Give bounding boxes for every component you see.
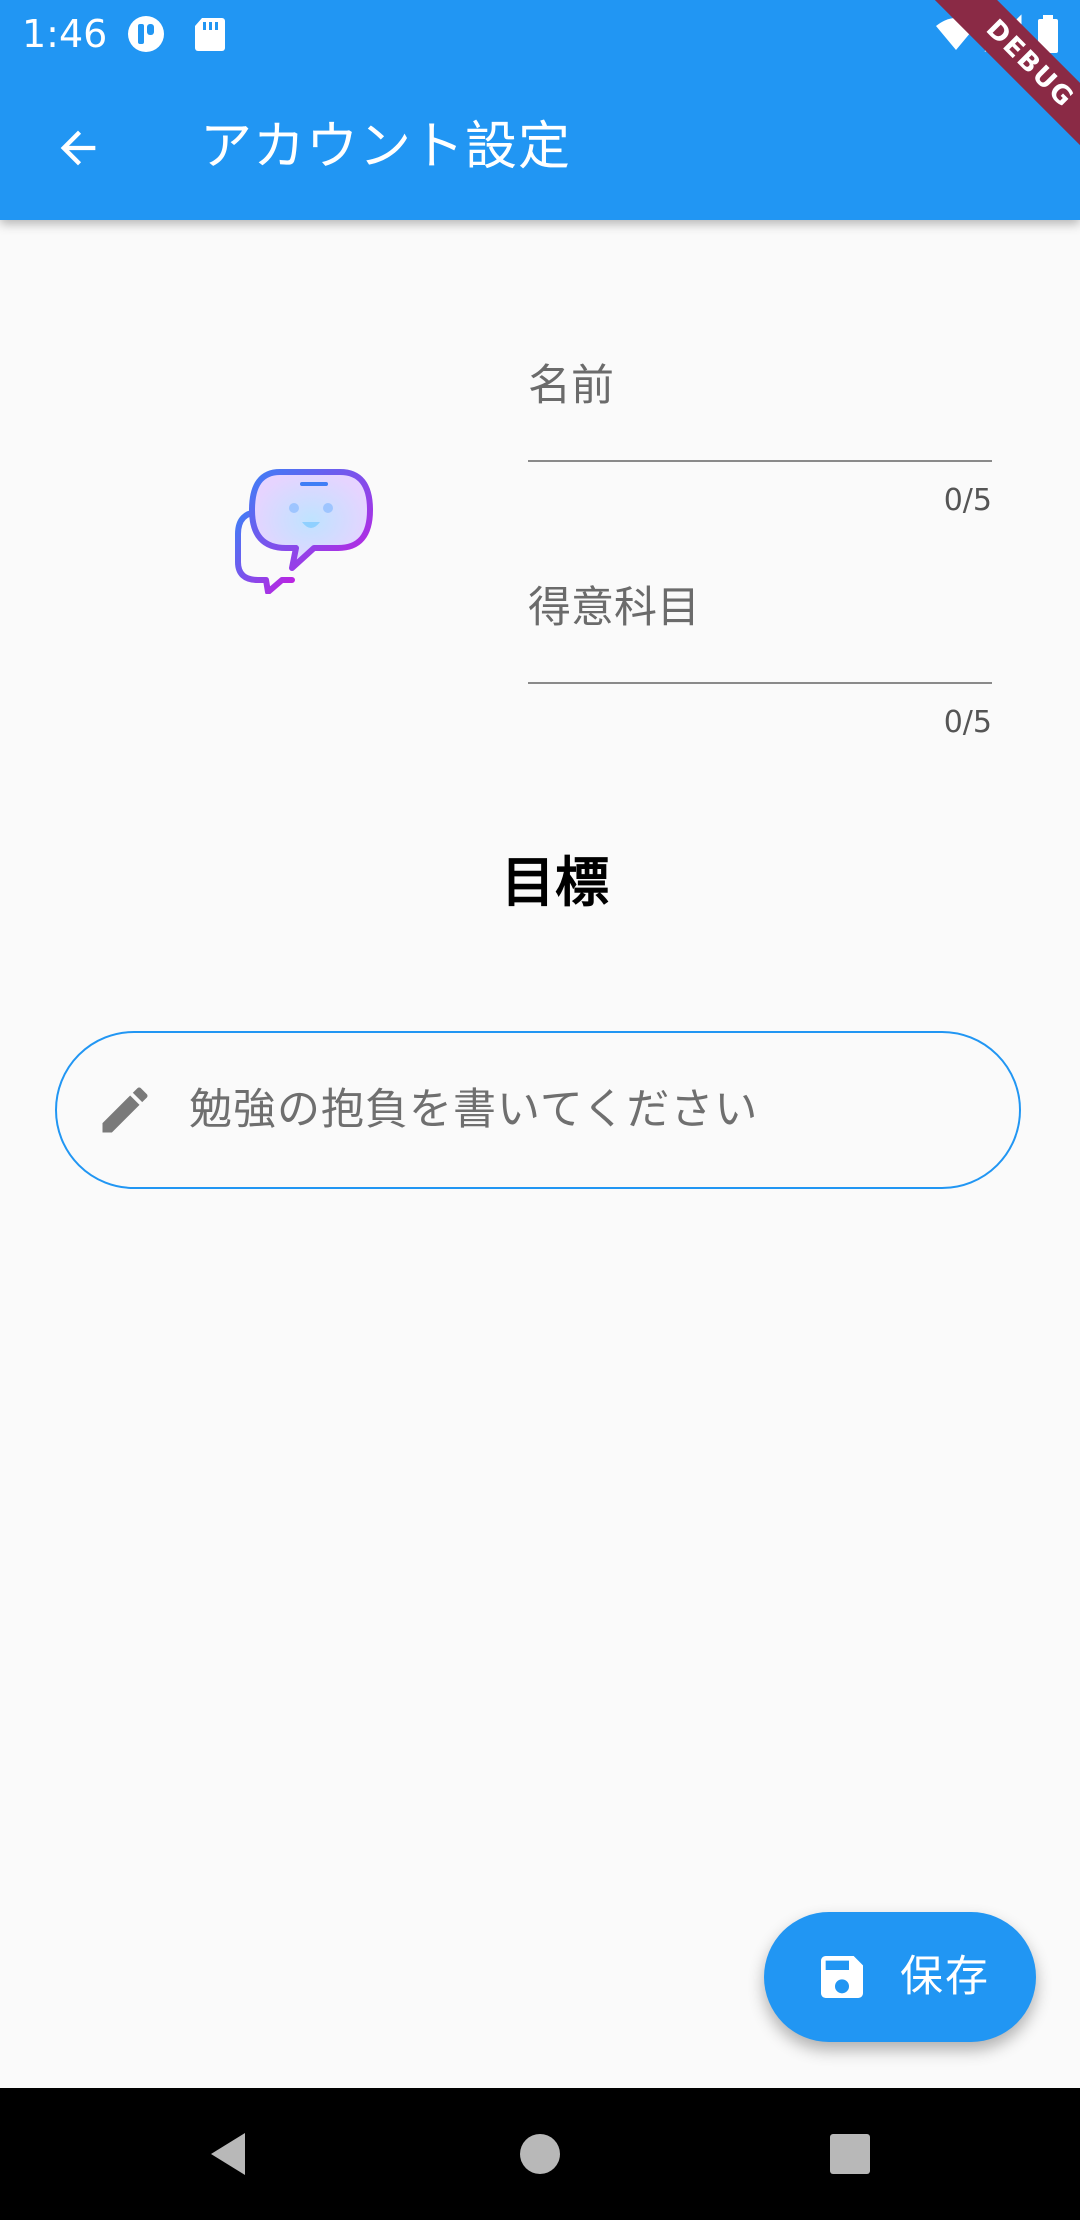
sd-card-icon: [195, 18, 225, 51]
debug-banner-label: DEBUG: [922, 0, 1080, 170]
name-field-underline: [528, 460, 992, 462]
status-time: 1:46: [22, 12, 108, 56]
chat-bubble-face-icon: [235, 469, 373, 594]
debug-banner: DEBUG: [910, 0, 1080, 170]
app-bar: 1:46 アカウント設定 DEBUG: [0, 0, 1080, 220]
save-icon: [821, 1956, 863, 1998]
save-button[interactable]: 保存: [764, 1912, 1036, 2042]
subject-field[interactable]: 得意科目 0/5: [528, 578, 992, 746]
goal-input[interactable]: 勉強の抱負を書いてください: [55, 1031, 1021, 1189]
recents-square-icon: [830, 2134, 870, 2174]
save-button-label: 保存: [900, 1952, 990, 2002]
home-circle-icon: [520, 2134, 560, 2174]
name-field[interactable]: 名前 0/5: [528, 356, 992, 524]
goal-heading: 目標: [501, 851, 609, 914]
arrow-back-icon: [60, 130, 96, 166]
nav-home-button[interactable]: [496, 2110, 584, 2198]
nav-back-button[interactable]: [184, 2110, 272, 2198]
pencil-icon: [102, 1087, 148, 1133]
name-field-counter: 0/5: [943, 483, 992, 518]
back-triangle-icon: [211, 2133, 245, 2175]
page-title: アカウント設定: [200, 117, 572, 177]
back-button[interactable]: [40, 110, 116, 186]
nav-recents-button[interactable]: [806, 2110, 894, 2198]
goal-input-placeholder: 勉強の抱負を書いてください: [189, 1085, 759, 1135]
name-field-label: 名前: [528, 361, 614, 411]
subject-field-counter: 0/5: [943, 705, 992, 740]
notification-app-icon: [128, 16, 164, 52]
subject-field-underline: [528, 682, 992, 684]
system-nav-bar: [0, 2088, 1080, 2220]
subject-field-label: 得意科目: [528, 583, 700, 633]
